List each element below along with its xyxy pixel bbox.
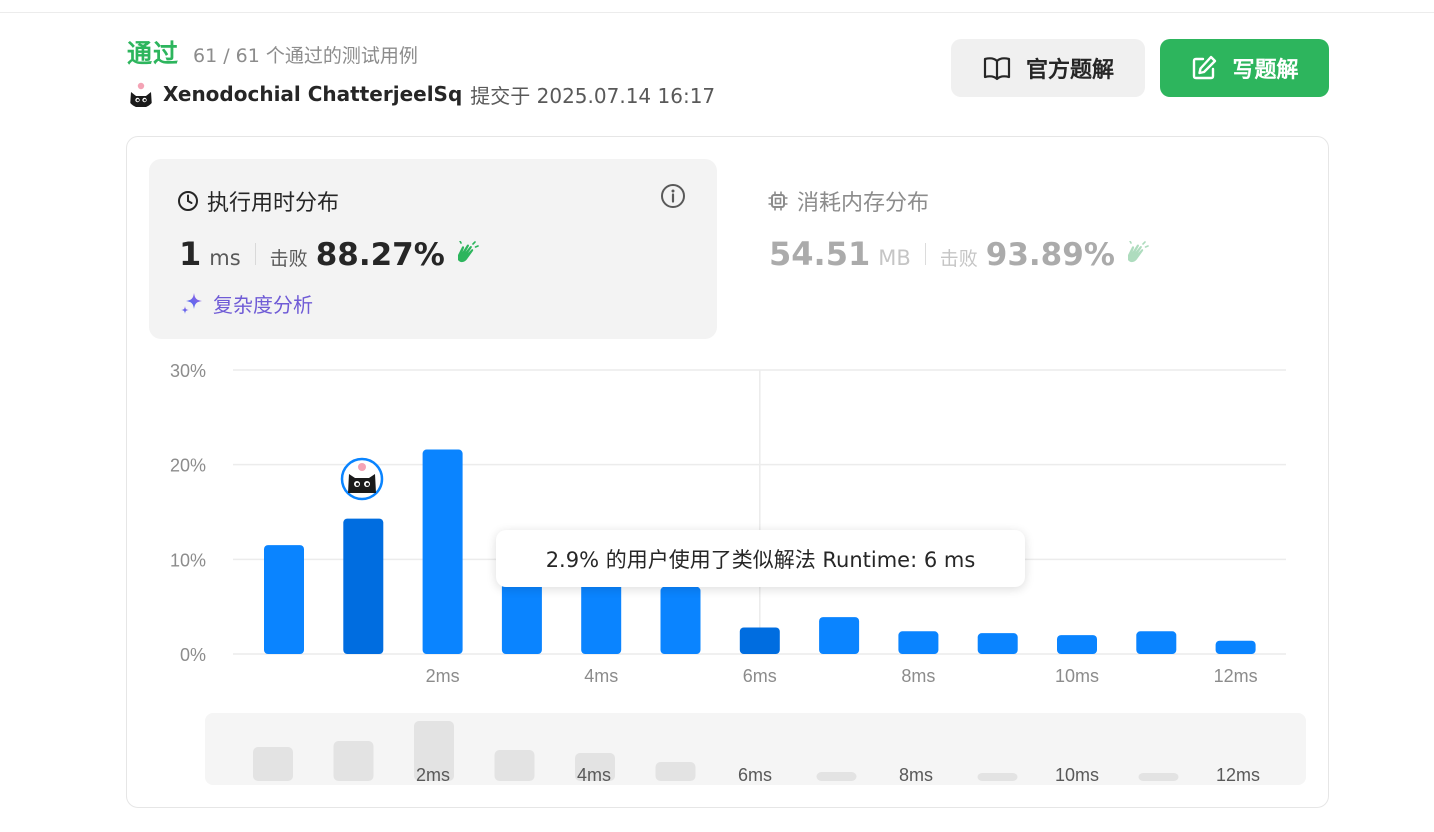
- y-tick-label: 20%: [170, 456, 206, 476]
- overview-tick-label: 4ms: [577, 765, 611, 785]
- memory-beat-label: 击败: [939, 248, 978, 270]
- overview-bar: [977, 773, 1018, 781]
- info-icon[interactable]: [660, 183, 686, 209]
- metric-divider: [924, 243, 926, 265]
- metric-divider: [254, 243, 256, 265]
- write-solution-button[interactable]: 写题解: [1160, 39, 1329, 97]
- overview-bar: [253, 747, 293, 781]
- chart-bar[interactable]: [1215, 640, 1256, 654]
- y-tick-label: 30%: [170, 361, 206, 381]
- cat-pupil-right: [365, 482, 369, 486]
- y-tick-label: 10%: [170, 550, 206, 570]
- submission-status: 通过 61 / 61 个通过的测试用例: [127, 34, 418, 70]
- complexity-label: 复杂度分析: [213, 293, 313, 317]
- x-tick-label: 10ms: [1055, 666, 1099, 686]
- overview-tick-label: 6ms: [738, 765, 772, 785]
- chart-bar[interactable]: [422, 449, 463, 654]
- x-tick-label: 12ms: [1214, 666, 1258, 686]
- chart-bar[interactable]: [898, 631, 939, 654]
- pencil-square-icon: [1193, 55, 1217, 80]
- x-tick-label: 6ms: [743, 666, 777, 686]
- write-solution-label: 写题解: [1232, 58, 1299, 83]
- overview-tick-label: 8ms: [899, 765, 933, 785]
- complexity-analysis-link[interactable]: 复杂度分析: [179, 289, 313, 318]
- result-panel: 执行用时分布 1 ms 击败 88.27% 复杂度分析 消耗内存分布 54.51…: [126, 136, 1329, 808]
- my-submission-marker[interactable]: [340, 457, 384, 501]
- chart-bar[interactable]: [977, 633, 1018, 654]
- chart-bar[interactable]: [660, 586, 701, 654]
- official-solution-button[interactable]: 官方题解: [951, 39, 1145, 97]
- runtime-card[interactable]: 执行用时分布 1 ms 击败 88.27% 复杂度分析: [149, 159, 717, 339]
- chart-tooltip: 2.9% 的用户使用了类似解法 Runtime: 6 ms: [496, 530, 1025, 587]
- runtime-title: 执行用时分布: [177, 185, 339, 217]
- memory-title: 消耗内存分布: [767, 185, 929, 217]
- cat-pupil-left: [355, 482, 359, 486]
- overview-bar: [494, 750, 535, 781]
- author-name[interactable]: Xenodochial ChatterjeelSq: [163, 82, 462, 106]
- clock-icon: [178, 191, 198, 211]
- runtime-metric: 1 ms 击败 88.27%: [179, 235, 479, 273]
- x-tick-label: 4ms: [584, 666, 618, 686]
- memory-metric: 54.51 MB 击败 93.89%: [769, 235, 1149, 273]
- overview-tick-label: 10ms: [1055, 765, 1099, 785]
- overview-bar: [1138, 773, 1179, 781]
- memory-card[interactable]: 消耗内存分布 54.51 MB 击败 93.89%: [745, 159, 1305, 339]
- clap-hands-icon: [1127, 241, 1149, 263]
- memory-value: 54.51: [769, 235, 871, 273]
- chart-bar[interactable]: [1136, 631, 1177, 654]
- x-tick-label: 2ms: [426, 666, 460, 686]
- top-divider: [0, 12, 1434, 13]
- runtime-value: 1: [179, 235, 202, 273]
- avatar[interactable]: [127, 80, 155, 108]
- overview-bar: [816, 772, 857, 781]
- memory-beat-percent: 93.89%: [985, 237, 1115, 273]
- chart-bar[interactable]: [343, 518, 384, 654]
- clap-hands-icon: [457, 241, 479, 263]
- runtime-beat-label: 击败: [269, 248, 308, 270]
- cat-bow: [358, 463, 366, 471]
- cat-avatar-icon: [127, 80, 155, 108]
- memory-title-text: 消耗内存分布: [797, 191, 930, 216]
- chart-bar[interactable]: [739, 627, 780, 654]
- overview-bar: [333, 741, 374, 781]
- submit-time: 提交于 2025.07.14 16:17: [470, 83, 716, 108]
- test-case-count: 61 / 61 个通过的测试用例: [193, 45, 418, 67]
- runtime-unit: ms: [209, 246, 241, 270]
- official-solution-label: 官方题解: [1025, 58, 1114, 83]
- overview-bar: [655, 762, 696, 781]
- cpu-chip-icon: [768, 191, 788, 211]
- sparkle-icon: [181, 292, 202, 314]
- runtime-beat-percent: 88.27%: [315, 237, 445, 273]
- chart-bar[interactable]: [581, 583, 622, 654]
- overview-tick-label: 12ms: [1216, 765, 1260, 785]
- memory-unit: MB: [878, 246, 911, 270]
- runtime-title-text: 执行用时分布: [207, 191, 340, 216]
- chart-bar[interactable]: [1057, 635, 1097, 654]
- chart-bar[interactable]: [501, 583, 542, 654]
- author-line: Xenodochial ChatterjeelSq 提交于 2025.07.14…: [127, 80, 715, 108]
- chart-bar[interactable]: [819, 617, 860, 654]
- x-tick-label: 8ms: [901, 666, 935, 686]
- book-open-icon: [983, 57, 1011, 81]
- chart-bar[interactable]: [264, 545, 304, 654]
- status-label: 通过: [127, 39, 180, 68]
- overview-tick-label: 2ms: [416, 765, 450, 785]
- y-tick-label: 0%: [180, 645, 206, 665]
